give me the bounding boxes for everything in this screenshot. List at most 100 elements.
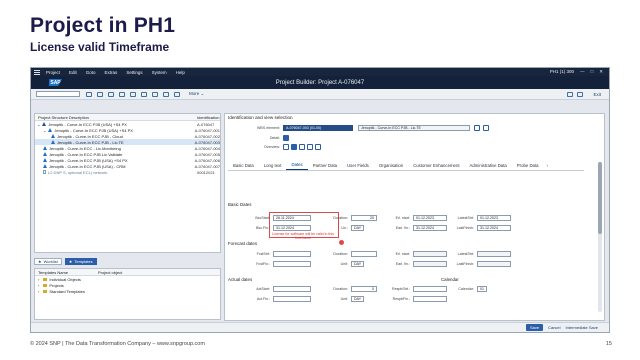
tab-dates[interactable]: Dates	[286, 162, 308, 170]
close-button[interactable]: ✕	[599, 69, 603, 75]
scrollbar-thumb[interactable]	[598, 162, 602, 234]
tree-row-label: Jenoptik - Curve-In ECC PJB - Lic.TE	[57, 139, 124, 145]
back-icon[interactable]	[86, 91, 92, 97]
detail-scrollbar[interactable]	[598, 162, 602, 312]
bsc-start-input[interactable]: 26.11.2024	[273, 215, 311, 221]
tree-row-label: Jenoptik - Curve-In ECC PJB (USA) +S4 PX	[49, 157, 128, 163]
template-row[interactable]: › Standard Templates	[35, 288, 220, 294]
exit-button[interactable]: Exit	[593, 92, 601, 97]
tab-customer-enhancement[interactable]: Customer Enhancement	[408, 163, 464, 170]
menu-item-project[interactable]: Project	[46, 70, 60, 75]
erl-fin-input[interactable]: 31.12.2024	[413, 225, 447, 231]
overview-icon-5[interactable]	[315, 144, 321, 150]
bsc-finish-input[interactable]: 31.12.2024	[273, 225, 311, 231]
tab-administrative-data[interactable]: Administrative Data	[465, 163, 512, 170]
wbs-icon	[51, 140, 55, 144]
create-icon[interactable]	[108, 91, 114, 97]
expand-chevron-icon[interactable]: ›	[38, 283, 39, 288]
expand-chevron-icon[interactable]: ⌄	[37, 122, 40, 127]
tab-partner-data[interactable]: Partner Data	[308, 163, 342, 170]
templates-button[interactable]: ★ Templates	[64, 257, 97, 265]
fcst-start-input[interactable]	[273, 251, 311, 257]
fcst-finish-input[interactable]	[273, 261, 311, 267]
menu-item-edit[interactable]: Edit	[69, 70, 77, 75]
delete-icon[interactable]	[130, 91, 136, 97]
overview-icon-2[interactable]	[291, 144, 297, 150]
latest-fin-input[interactable]: 31.12.2024	[477, 225, 511, 231]
tree-row[interactable]: Jenoptik - Curve-In ECC PJB (USA) +S4 PX…	[35, 157, 220, 163]
tree-row[interactable]: Jenoptik - Curve-In ECC PJB Lic.Validate…	[35, 151, 220, 157]
resp-start-input[interactable]	[413, 286, 447, 292]
page-number: 15	[605, 341, 612, 347]
tab-long-text[interactable]: Long text	[259, 163, 287, 170]
slide-footer: © 2024 SNP | The Data Transformation Com…	[30, 341, 205, 347]
expand-chevron-icon[interactable]: ⌄	[43, 128, 46, 133]
help-icon[interactable]	[577, 91, 584, 97]
menu-item-system[interactable]: System	[152, 70, 167, 75]
fcst-unit-input[interactable]: DAY	[351, 261, 364, 267]
forecast-dates-title: Forecast dates	[228, 241, 258, 246]
resp-fin-input[interactable]	[413, 296, 447, 302]
command-field[interactable]	[36, 91, 80, 97]
tab-basic-data[interactable]: Basic Data	[228, 163, 259, 170]
tree-row-label: Jenoptik - Curve-In ECC PJB (USA) +S4 PX	[54, 127, 133, 133]
cancel-button[interactable]: Cancel	[548, 325, 560, 330]
fcst-duration-input[interactable]	[351, 251, 377, 257]
tab-user-fields[interactable]: User Fields	[342, 163, 374, 170]
expand-chevron-icon[interactable]: ›	[38, 289, 39, 294]
menu-item-goto[interactable]: Goto	[86, 70, 96, 75]
intermediate-save-button[interactable]: Intermediate Save	[566, 325, 598, 330]
act-finish-input[interactable]	[273, 296, 311, 302]
wbs-link-icon[interactable]	[483, 125, 489, 131]
menu-item-settings[interactable]: Settings	[126, 70, 142, 75]
menu-item-help[interactable]: Help	[176, 70, 185, 75]
erl-start-input[interactable]: 01.12.2023	[413, 215, 447, 221]
tree-row[interactable]: Jenoptik - Curve-In ECC PJB - Cloud A-07…	[35, 133, 220, 139]
latest-start-input[interactable]: 01.12.2023	[477, 215, 511, 221]
wbs-description: Jenoptik - Curve-In ECC PJB - Lic.TE	[358, 125, 470, 131]
menu-item-extras[interactable]: Extras	[105, 70, 118, 75]
folder-icon	[43, 289, 48, 293]
act-duration-input[interactable]: 0	[351, 286, 377, 292]
duration-input[interactable]: 20	[351, 215, 377, 221]
expand-chevron-icon[interactable]: ›	[38, 277, 39, 282]
overview-icon-4[interactable]	[307, 144, 313, 150]
tree-row[interactable]: Jenoptik - Curve-In ECC - Lic.Monitoring…	[35, 145, 220, 151]
tree-row[interactable]: Jenoptik - Curve-In ECC PJB (USA) - CRM …	[35, 163, 220, 169]
print-icon[interactable]	[567, 91, 574, 97]
maximize-button[interactable]: □	[591, 69, 594, 75]
tab-scroll-right-icon[interactable]: ›	[547, 163, 548, 170]
minimize-button[interactable]: —	[580, 69, 585, 75]
filter-icon[interactable]	[152, 91, 158, 97]
act-start-input[interactable]	[273, 286, 311, 292]
tree-row[interactable]: ⌄ Jenoptik - Curve-In ECC PJB (USA) +S4 P…	[35, 127, 220, 133]
overview-icon-1[interactable]	[283, 144, 289, 150]
more-menu[interactable]: More ⌄	[189, 91, 204, 97]
tree-row-id: A-076047-005	[194, 151, 220, 157]
fcst-erl-fin-label: Earl. fin.:	[395, 262, 410, 266]
calendar-input[interactable]: 01	[477, 286, 487, 292]
tree-col-identification: Identification	[197, 114, 220, 120]
detail-pane: Identification and view selection WBS el…	[224, 113, 605, 321]
structure-icon[interactable]	[141, 91, 147, 97]
tab-probe-data[interactable]: Probe Data	[512, 163, 544, 170]
unit-input[interactable]: DAY	[351, 225, 364, 231]
copy-icon[interactable]	[119, 91, 125, 97]
save-button[interactable]: Save	[525, 324, 544, 331]
display-icon[interactable]	[97, 91, 103, 97]
info-icon[interactable]	[174, 91, 180, 97]
tree-row-selected[interactable]: Jenoptik - Curve-In ECC PJB - Lic.TE A-0…	[35, 139, 220, 145]
tree-col-description: Project Structure Description	[38, 114, 89, 120]
act-unit-input[interactable]: DAY	[351, 296, 364, 302]
tab-organisation[interactable]: Organisation	[374, 163, 408, 170]
overview-icon-3[interactable]	[299, 144, 305, 150]
tree-row-id: 00012021	[197, 169, 215, 175]
tree-row[interactable]: ⌄ Jenoptik - Curve-In ECC PJB (USA) +S4 P…	[35, 121, 220, 127]
tree-row[interactable]: L2 DNP S, optional ECL) network 00012021	[35, 169, 220, 175]
menu-hamburger-icon[interactable]	[34, 69, 40, 75]
settings-icon[interactable]	[163, 91, 169, 97]
worklist-button[interactable]: ★ Worklist	[34, 257, 62, 265]
wbs-element-input[interactable]: A-076047-003 (01-00)	[283, 125, 353, 131]
detail-view-icon[interactable]	[283, 135, 289, 141]
wbs-edit-icon[interactable]	[474, 125, 480, 131]
